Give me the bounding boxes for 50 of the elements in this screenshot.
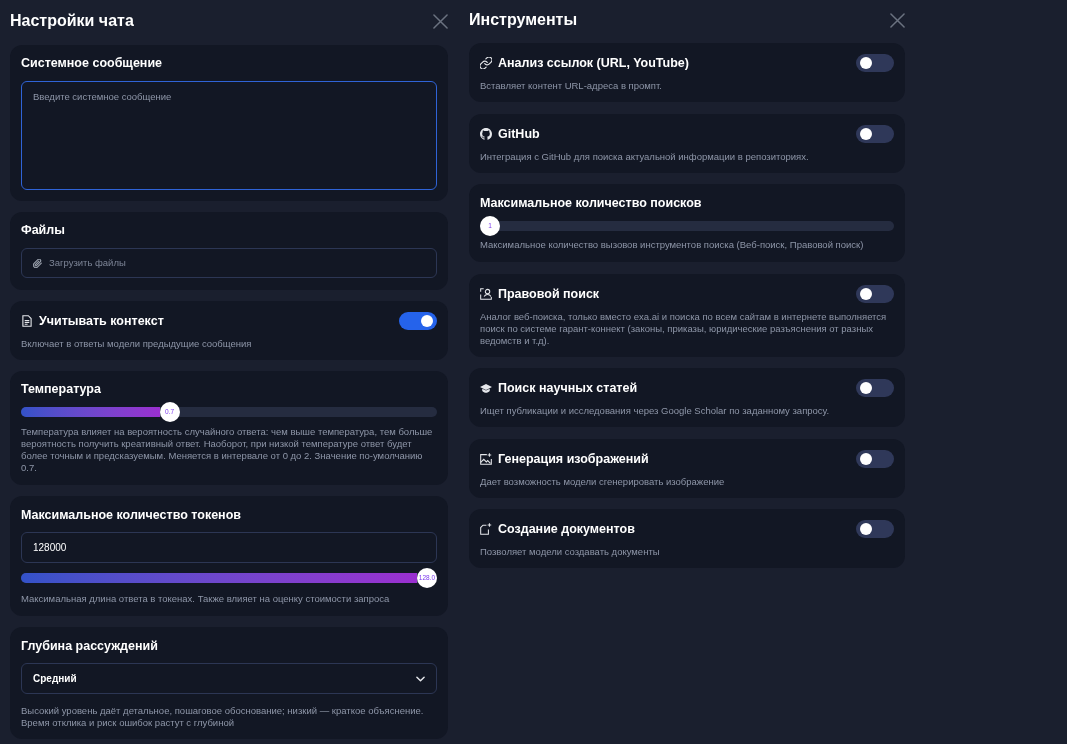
toggle-switch[interactable] xyxy=(856,379,894,397)
section-title: Файлы xyxy=(21,223,66,237)
image-sparkle-icon xyxy=(480,452,492,465)
description: Аналог веб-поиска, только вместо exa.ai и поиска по всем сайтам в интернете выполняется поиск по системе гарант-коннект (законы, приказы, юридические разъяснения от разных ведомств и т.д). xyxy=(480,310,888,347)
section-title: Максимальное количество поисков xyxy=(480,196,703,210)
graduation-cap-icon xyxy=(480,383,492,393)
toggle-switch[interactable] xyxy=(856,124,894,143)
panel-title: Настройки чата xyxy=(10,11,134,31)
section-title: Поиск научных статей xyxy=(498,381,638,395)
description: Вставляет контент URL-адреса в промпт. xyxy=(480,80,663,92)
section-title: Максимальное количество токенов xyxy=(21,508,242,522)
toggle-switch[interactable] xyxy=(856,54,894,72)
reasoning-depth-dropdown[interactable]: Средний xyxy=(21,663,437,694)
section-title: Правовой поиск xyxy=(498,286,600,301)
description: Позволяет модели создавать документы xyxy=(480,546,661,558)
person-frame-icon xyxy=(480,287,492,300)
description: Дает возможность модели сгенерировать изображение xyxy=(480,475,726,488)
link-icon xyxy=(480,57,492,69)
toggle-switch[interactable] xyxy=(856,284,894,303)
upload-files-button[interactable]: Загрузить файлы xyxy=(21,248,437,278)
section-title: Температура xyxy=(21,382,102,396)
description: Температура влияет на вероятность случайного ответа: чем выше температура, тем больше вероятность получить креативный ответ. Наоборот, при низкой температуре ответ будет более точным и предсказуемым. Меняется в интервале от 0 до 2. Значение по-умолчанию 0.7. xyxy=(21,426,434,474)
section-title: Создание документов xyxy=(498,522,635,536)
section-title: Генерация изображений xyxy=(498,451,649,466)
token-count-field[interactable]: 128000 xyxy=(21,532,437,563)
close-icon xyxy=(889,12,905,28)
description: Ищет публикации и исследования через Google Scholar по заданному запросу. xyxy=(480,405,831,417)
github-icon xyxy=(480,127,492,140)
document-icon xyxy=(21,315,33,327)
document-sparkle-icon xyxy=(480,523,492,535)
section-title: Анализ ссылок (URL, YouTube) xyxy=(498,56,689,70)
toggle-switch[interactable] xyxy=(856,520,894,538)
description: Максимальная длина ответа в токенах. Также влияет на оценку стоимости запроса xyxy=(21,593,391,605)
section-title: Системное сообщение xyxy=(21,56,164,70)
section-title: GitHub xyxy=(498,126,540,141)
description: Высокий уровень даёт детальное, пошаговое обоснование; низкий — краткое объяснение. Время отклика и риск ошибок растут с глубиной xyxy=(21,705,425,729)
panel-title: Инструменты xyxy=(469,10,578,30)
close-button[interactable] xyxy=(432,13,448,29)
toggle-switch[interactable] xyxy=(856,449,894,468)
chevron-down-icon xyxy=(416,675,425,682)
close-button[interactable] xyxy=(889,12,905,28)
section-title: Глубина рассуждений xyxy=(21,639,159,653)
description: Максимальное количество вызовов инструментов поиска (Веб-поиск, Правовой поиск) xyxy=(480,239,865,251)
section-title: Учитывать контекст xyxy=(39,314,164,328)
system-message-field[interactable]: Введите системное сообщение xyxy=(21,81,437,190)
close-icon xyxy=(432,13,448,29)
paperclip-icon xyxy=(33,258,42,268)
description: Включает в ответы модели предыдущие сообщения xyxy=(21,338,253,350)
description: Интеграция с GitHub для поиска актуальной информации в репозиториях. xyxy=(480,150,810,163)
toggle-switch[interactable] xyxy=(399,312,437,330)
